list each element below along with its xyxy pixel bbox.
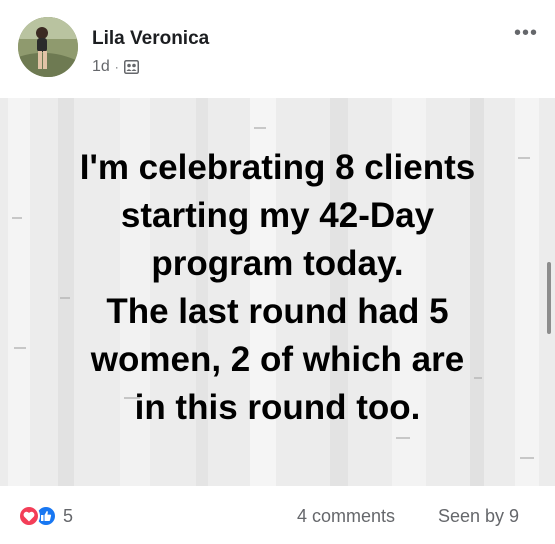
- post-text: I'm celebrating 8 clients starting my 42…: [0, 144, 555, 432]
- post-text-line: The last round had 5: [106, 292, 449, 331]
- avatar[interactable]: [18, 17, 78, 77]
- scrollbar[interactable]: [547, 262, 551, 334]
- post-time[interactable]: 1d: [92, 58, 110, 76]
- group-icon: [123, 60, 139, 74]
- author-name[interactable]: Lila Veronica: [92, 28, 209, 50]
- post-text-line: in this round too.: [134, 388, 421, 427]
- meta-separator: ·: [114, 60, 119, 74]
- avatar-photo: [18, 17, 78, 77]
- post-header: Lila Veronica 1d · •••: [0, 0, 555, 98]
- more-options-icon[interactable]: •••: [514, 22, 538, 45]
- reactions-summary[interactable]: 5: [18, 505, 73, 527]
- reaction-count: 5: [63, 505, 74, 526]
- post-text-line: I'm celebrating 8 clients: [79, 148, 476, 187]
- post-footer: 5 4 comments Seen by 9: [0, 486, 555, 544]
- seen-by-link[interactable]: Seen by 9: [438, 506, 519, 527]
- post-meta: 1d ·: [92, 58, 139, 76]
- post-text-line: starting my 42-Day: [120, 196, 435, 235]
- post-text-line: women, 2 of which are: [90, 340, 465, 379]
- love-icon: [18, 505, 40, 527]
- comments-link[interactable]: 4 comments: [297, 506, 395, 527]
- post-text-line: program today.: [151, 244, 404, 283]
- post-image[interactable]: I'm celebrating 8 clients starting my 42…: [0, 98, 555, 486]
